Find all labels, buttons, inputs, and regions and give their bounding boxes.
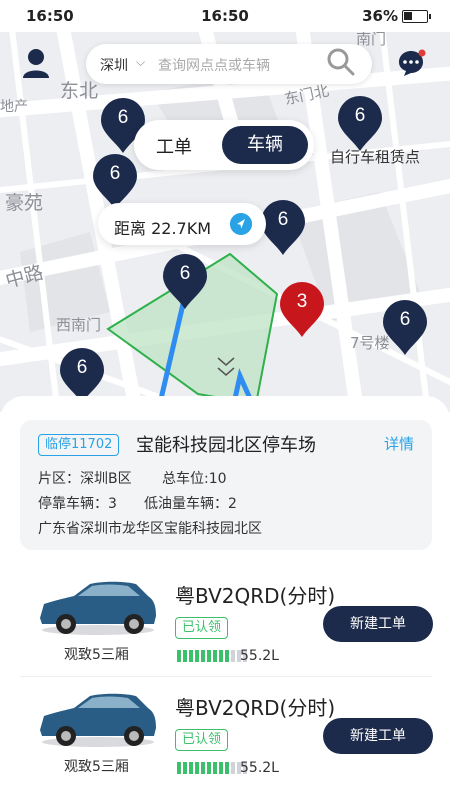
vehicle-model: 观致5三厢 — [64, 647, 129, 663]
pin-count: 6 — [76, 357, 88, 378]
map-label: 豪苑 — [5, 192, 44, 214]
map-pin[interactable]: 6 — [382, 300, 428, 356]
tab-work-order[interactable]: 工单 — [156, 133, 192, 159]
search-input[interactable]: 查询网点点或车辆 — [158, 55, 270, 75]
details-link[interactable]: 详情 — [384, 433, 414, 454]
parking-parked: 停靠车辆：3 — [38, 496, 117, 512]
parking-tag: 临停11702 — [38, 434, 120, 456]
map-label: 西南门 — [56, 316, 102, 334]
pin-count: 6 — [277, 209, 289, 230]
vehicle-item[interactable]: 观致5三厢 粤BV2QRD(分时) 已认领 55.2L 新建工单 — [0, 690, 450, 795]
navigation-icon[interactable] — [230, 213, 252, 235]
parking-low-fuel: 低油量车辆：2 — [144, 496, 237, 512]
pin-count: 6 — [399, 309, 411, 330]
parking-name: 宝能科技园北区停车场 — [136, 435, 316, 456]
battery-icon — [402, 9, 431, 23]
car-image — [40, 693, 156, 747]
user-icon[interactable] — [22, 48, 50, 78]
battery-indicator: 36% — [362, 7, 431, 25]
chevron-down-icon: ⌵ — [136, 55, 146, 69]
distance-text: 距离 22.7KM — [114, 219, 212, 238]
city-selector[interactable]: 深圳 — [100, 55, 128, 75]
battery-percent: 36% — [362, 7, 398, 25]
divider — [20, 676, 432, 677]
parking-address: 广东省深圳市龙华区宝能科技园北区 — [38, 521, 262, 537]
map-pin[interactable]: 6 — [337, 96, 383, 152]
vehicle-item[interactable]: 观致5三厢 粤BV2QRD(分时) 已认领 55.2L 新建工单 — [0, 578, 450, 683]
status-badge: 已认领 — [175, 617, 229, 639]
new-work-order-button[interactable]: 新建工单 — [323, 718, 433, 754]
map-label: 地产 — [0, 99, 28, 115]
pin-count: 6 — [109, 163, 121, 184]
map-pin-alert[interactable]: 3 — [279, 282, 325, 338]
mode-toggle[interactable]: 工单 车辆 — [134, 120, 314, 170]
fuel-level-bar — [177, 650, 247, 662]
status-bar: 16:50 16:50 36% — [0, 0, 450, 32]
vehicle-model: 观致5三厢 — [64, 759, 129, 775]
map-pin[interactable]: 6 — [260, 200, 306, 256]
car-image — [40, 581, 156, 635]
fuel-level-bar — [177, 762, 247, 774]
distance-badge[interactable]: 距离 22.7KM — [98, 203, 266, 245]
message-icon[interactable] — [396, 48, 426, 78]
fuel-amount: 55.2L — [240, 648, 279, 664]
parking-area: 片区：深圳B区 — [38, 471, 132, 487]
vehicle-plate: 粤BV2QRD(分时) — [175, 696, 336, 720]
pin-count: 6 — [179, 263, 191, 284]
new-work-order-button[interactable]: 新建工单 — [323, 606, 433, 642]
parking-total: 总车位:10 — [162, 471, 227, 487]
parking-card[interactable]: 临停11702 宝能科技园北区停车场 详情 片区：深圳B区 总车位:10 停靠车… — [20, 420, 432, 550]
top-bar: 深圳 ⌵ 查询网点点或车辆 — [0, 32, 450, 94]
pin-count: 6 — [354, 105, 366, 126]
pin-count: 3 — [296, 291, 308, 312]
pin-count: 6 — [117, 107, 129, 128]
status-badge: 已认领 — [175, 729, 229, 751]
search-icon[interactable] — [326, 47, 356, 77]
fuel-amount: 55.2L — [240, 760, 279, 776]
vehicle-plate: 粤BV2QRD(分时) — [175, 584, 336, 608]
map-pin[interactable]: 6 — [162, 254, 208, 310]
tab-vehicle[interactable]: 车辆 — [222, 126, 308, 164]
map-pin[interactable]: 6 — [92, 154, 138, 210]
